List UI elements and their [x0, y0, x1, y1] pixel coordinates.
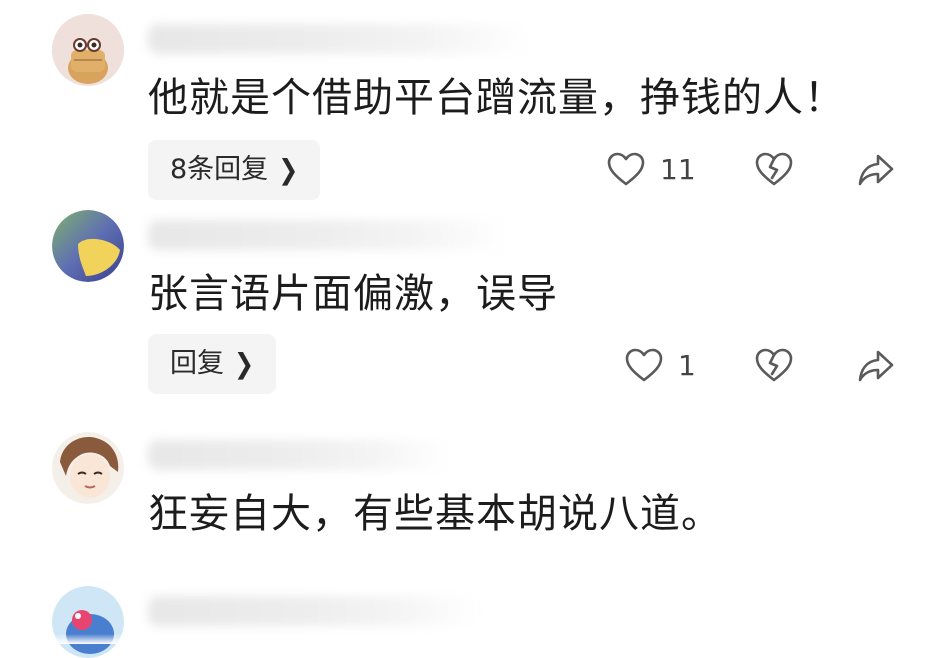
- broken-heart-icon: [755, 152, 793, 186]
- heart-outline-icon: [607, 152, 645, 186]
- comment-text: 他就是个借助平台蹭流量，挣钱的人！: [148, 75, 845, 121]
- comment-text: 狂妄自大，有些基本胡说八道。: [148, 491, 722, 537]
- bottom-fade: [0, 634, 948, 644]
- chevron-right-icon: ❯: [234, 347, 255, 381]
- username-blurred[interactable]: [148, 596, 478, 626]
- dislike-button[interactable]: [754, 150, 794, 190]
- broken-heart-icon: [755, 348, 793, 382]
- heart-outline-icon: [625, 348, 663, 382]
- comment-text: 张言语片面偏激，误导: [148, 271, 558, 317]
- username-blurred[interactable]: [148, 220, 508, 250]
- username-blurred[interactable]: [148, 24, 528, 54]
- avatar[interactable]: [52, 14, 124, 86]
- like-button[interactable]: 1: [624, 346, 696, 386]
- share-button[interactable]: [856, 346, 896, 386]
- like-count: 11: [660, 153, 696, 186]
- reply-button[interactable]: 回复 ❯: [148, 334, 277, 394]
- share-arrow-icon: [858, 154, 894, 186]
- reply-label: 回复: [170, 348, 224, 379]
- avatar[interactable]: [52, 210, 124, 282]
- chevron-right-icon: ❯: [278, 153, 299, 187]
- like-count: 1: [678, 349, 696, 382]
- like-button[interactable]: 11: [606, 150, 696, 190]
- share-button[interactable]: [856, 150, 896, 190]
- reply-label: 8条回复: [170, 154, 269, 185]
- dislike-button[interactable]: [754, 346, 794, 386]
- username-blurred[interactable]: [148, 440, 448, 470]
- share-arrow-icon: [858, 350, 894, 382]
- view-replies-button[interactable]: 8条回复 ❯: [148, 140, 321, 200]
- avatar[interactable]: [52, 432, 124, 504]
- avatar[interactable]: [52, 586, 124, 658]
